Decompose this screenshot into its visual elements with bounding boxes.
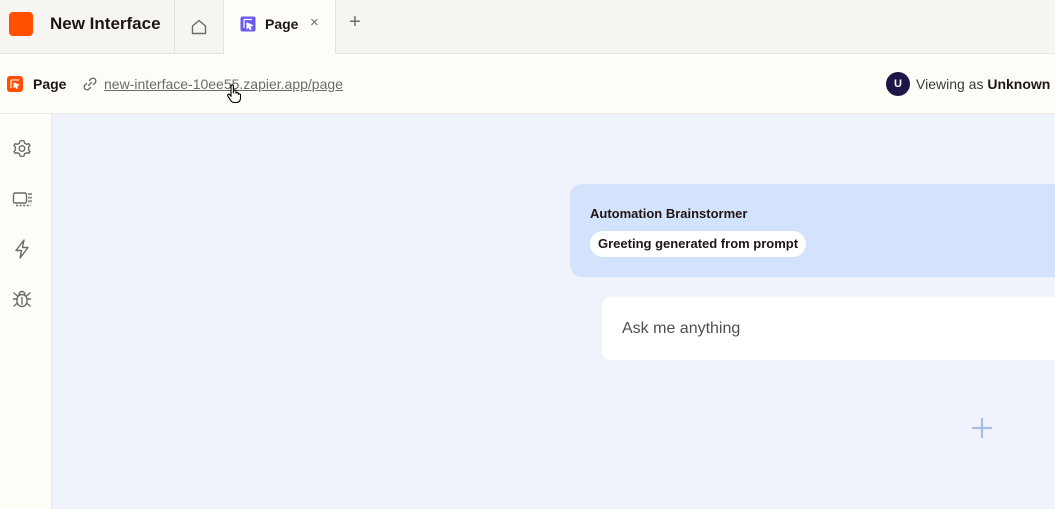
page-type-icon [7,76,23,92]
tab-close-button[interactable]: × [310,14,319,31]
left-rail [0,114,52,509]
app-title: New Interface [50,14,161,33]
lightning-icon [15,239,29,259]
settings-button[interactable] [10,137,34,161]
add-block-button[interactable] [968,414,996,442]
chatbot-header-card: Automation Brainstormer Greeting generat… [570,184,1055,277]
tab-bar: New Interface Page × + [0,0,1055,55]
greeting-message: Greeting generated from prompt [590,231,807,257]
plus-icon [971,417,993,439]
bug-icon [12,290,32,308]
page-toolbar: Page new-interface-10ee55.zapier.app/pag… [0,54,1055,114]
viewer-name: Unknown [987,76,1051,92]
add-tab-button[interactable]: + [344,11,366,37]
settings-gear-icon [13,139,31,158]
chatbot-name: Automation Brainstormer [590,206,748,221]
chat-input-box[interactable] [602,297,1055,360]
hand-pointer-cursor-icon [227,84,242,104]
page-canvas: Automation Brainstormer Greeting generat… [52,114,1055,509]
components-icon [12,192,32,207]
chat-input[interactable] [602,297,1055,360]
page-label: Page [33,76,67,92]
app-logo [9,12,33,36]
debug-button[interactable] [10,287,34,311]
viewer-avatar[interactable]: U [886,72,910,96]
page-url-link[interactable]: new-interface-10ee55.zapier.app/page [104,76,343,92]
viewer-prefix: Viewing as [916,76,988,92]
automations-button[interactable] [10,237,34,261]
tab-page-label: Page [265,16,299,32]
tab-home[interactable] [174,0,224,54]
home-icon [191,19,207,35]
link-icon [82,76,98,97]
viewer-status: Viewing as Unknown [916,76,1050,92]
page-icon [240,16,256,37]
tab-page[interactable]: Page × [224,0,336,55]
components-button[interactable] [10,187,34,211]
